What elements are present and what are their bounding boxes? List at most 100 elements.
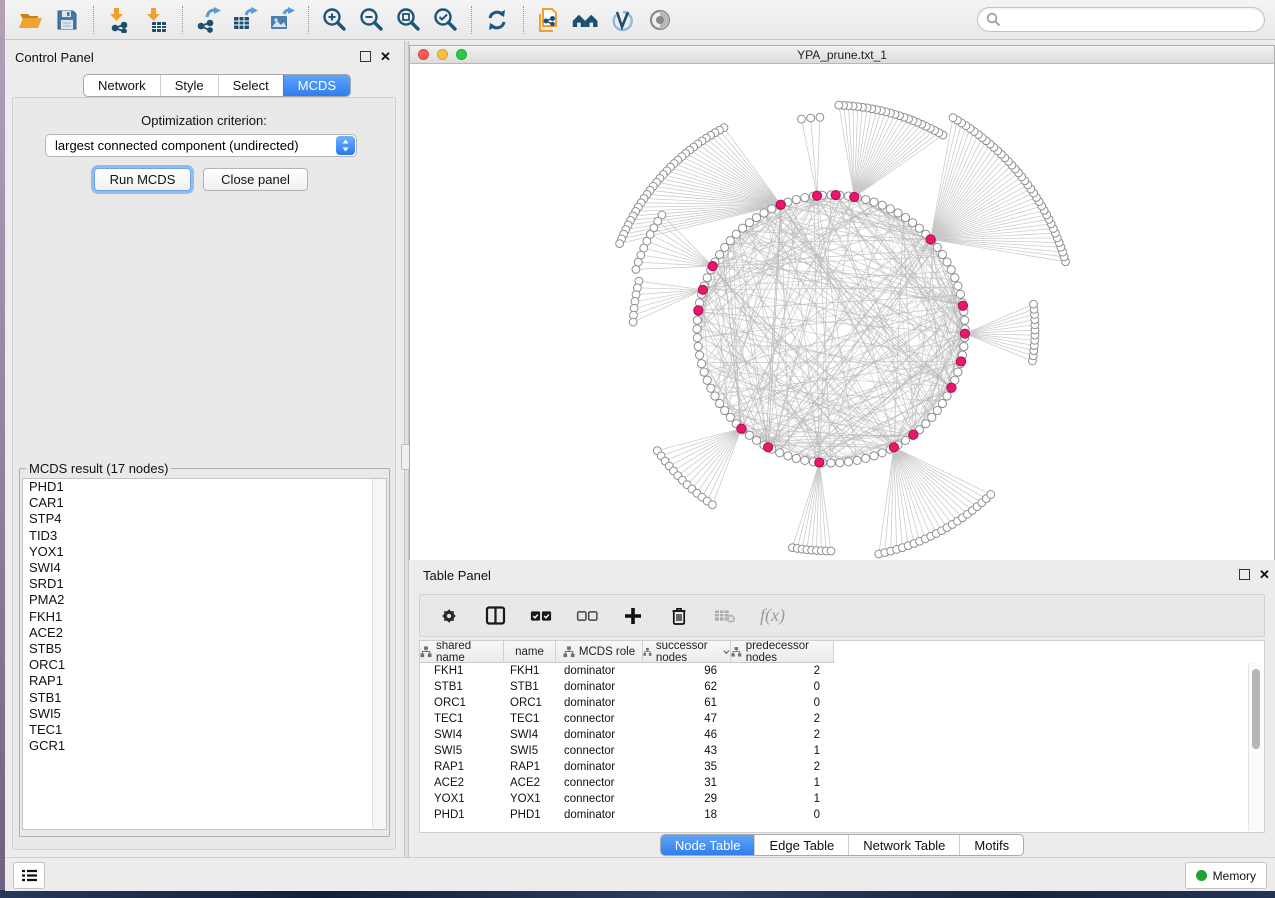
zoom-selected-icon[interactable] xyxy=(430,5,460,35)
mcds-result-item[interactable]: YOX1 xyxy=(23,544,386,560)
table-row[interactable]: ORC1ORC1dominator610 xyxy=(420,695,1264,711)
float-table-panel-icon[interactable] xyxy=(1239,569,1250,580)
table-row[interactable]: TEC1TEC1connector472 xyxy=(420,711,1264,727)
mcds-result-title: MCDS result (17 nodes) xyxy=(26,461,171,476)
mcds-result-item[interactable]: SWI5 xyxy=(23,706,386,722)
column-header-shared-name[interactable]: shared name xyxy=(420,641,504,662)
mcds-result-item[interactable]: RAP1 xyxy=(23,673,386,689)
mcds-result-item[interactable]: GCR1 xyxy=(23,738,386,754)
mcds-result-item[interactable]: TEC1 xyxy=(23,722,386,738)
mcds-result-item[interactable]: ACE2 xyxy=(23,625,386,641)
mcds-result-item[interactable]: SRD1 xyxy=(23,576,386,592)
tab-network[interactable]: Network xyxy=(84,75,160,96)
delete-columns-icon[interactable] xyxy=(668,605,690,627)
mcds-result-item[interactable]: ORC1 xyxy=(23,657,386,673)
import-table-from-file-icon[interactable] xyxy=(141,5,171,35)
deselect-all-rows-icon[interactable] xyxy=(576,605,598,627)
tab-select[interactable]: Select xyxy=(218,75,283,96)
zoom-fit-icon[interactable] xyxy=(393,5,423,35)
close-table-panel-icon[interactable]: ✕ xyxy=(1259,569,1270,580)
table-scrollbar-track[interactable] xyxy=(1248,663,1263,831)
run-mcds-button[interactable]: Run MCDS xyxy=(94,168,191,191)
mcds-result-item[interactable]: PMA2 xyxy=(23,592,386,608)
table-tabs-container: Node TableEdge TableNetwork TableMotifs xyxy=(409,834,1275,856)
tab-network-table[interactable]: Network Table xyxy=(848,835,959,855)
zoom-out-icon[interactable] xyxy=(356,5,386,35)
memory-label: Memory xyxy=(1213,869,1256,883)
mcds-result-item[interactable]: STP4 xyxy=(23,511,386,527)
table-cell: RAP1 xyxy=(504,761,556,773)
show-hide-icon[interactable] xyxy=(645,5,675,35)
table-settings-icon[interactable] xyxy=(438,605,460,627)
tab-style[interactable]: Style xyxy=(160,75,218,96)
refresh-view-icon[interactable] xyxy=(482,5,512,35)
table-row[interactable]: FKH1FKH1dominator962 xyxy=(420,663,1264,679)
table-row[interactable]: SWI5SWI5connector431 xyxy=(420,743,1264,759)
memory-button[interactable]: Memory xyxy=(1185,862,1267,889)
table-row[interactable]: RAP1RAP1dominator352 xyxy=(420,759,1264,775)
mcds-result-group: MCDS result (17 nodes) PHD1CAR1STP4TID3Y… xyxy=(19,461,390,837)
column-header-mcds-role[interactable]: MCDS role xyxy=(556,641,643,662)
network-graph[interactable] xyxy=(410,64,1274,560)
table-row[interactable]: SWI4SWI4dominator462 xyxy=(420,727,1264,743)
optimization-criterion-select[interactable]: largest connected component (undirected) xyxy=(45,134,357,157)
main-toolbar xyxy=(5,0,1275,40)
table-row[interactable]: PHD1PHD1dominator180 xyxy=(420,807,1264,823)
close-panel-button[interactable]: Close panel xyxy=(203,168,308,191)
clone-network-icon[interactable] xyxy=(534,5,564,35)
float-panel-icon[interactable] xyxy=(360,51,371,62)
mcds-result-item[interactable]: FKH1 xyxy=(23,609,386,625)
show-hide-graphics-details-icon[interactable] xyxy=(608,5,638,35)
export-image-icon[interactable] xyxy=(267,5,297,35)
tab-node-table[interactable]: Node Table xyxy=(661,835,755,855)
table-cell: FKH1 xyxy=(504,665,556,677)
zoom-in-icon[interactable] xyxy=(319,5,349,35)
mcds-result-item[interactable]: STB5 xyxy=(23,641,386,657)
mcds-result-item[interactable]: STB1 xyxy=(23,690,386,706)
table-row[interactable]: ACE2ACE2connector311 xyxy=(420,775,1264,791)
column-header-name[interactable]: name xyxy=(504,641,556,662)
save-session-icon[interactable] xyxy=(52,5,82,35)
node-table[interactable]: shared namenameMCDS rolesuccessor nodesp… xyxy=(419,640,1265,833)
select-all-rows-icon[interactable] xyxy=(530,605,552,627)
import-network-from-file-icon[interactable] xyxy=(104,5,134,35)
export-network-icon[interactable] xyxy=(193,5,223,35)
table-cell: connector xyxy=(556,793,643,805)
split-table-view-icon[interactable] xyxy=(484,605,506,627)
table-tabbar: Node TableEdge TableNetwork TableMotifs xyxy=(660,834,1024,856)
export-table-icon[interactable] xyxy=(230,5,260,35)
table-row[interactable]: YOX1YOX1connector291 xyxy=(420,791,1264,807)
table-row[interactable]: STB1STB1dominator620 xyxy=(420,679,1264,695)
first-neighbors-icon[interactable] xyxy=(571,5,601,35)
mcds-result-item[interactable]: PHD1 xyxy=(23,479,386,495)
tab-mcds[interactable]: MCDS xyxy=(283,75,350,96)
table-cell: 0 xyxy=(731,697,834,709)
toolbar-separator xyxy=(471,6,472,34)
table-scrollbar-thumb[interactable] xyxy=(1252,669,1260,749)
open-file-icon[interactable] xyxy=(15,5,45,35)
column-header-predecessor-nodes[interactable]: predecessor nodes xyxy=(731,641,834,662)
tab-edge-table[interactable]: Edge Table xyxy=(754,835,848,855)
create-new-column-icon[interactable] xyxy=(622,605,644,627)
column-header-successor-nodes[interactable]: successor nodes xyxy=(643,641,731,662)
table-cell: dominator xyxy=(556,761,643,773)
table-cell: STB1 xyxy=(420,681,504,693)
table-cell: 1 xyxy=(731,793,834,805)
search-icon xyxy=(986,12,1001,27)
close-panel-icon[interactable]: ✕ xyxy=(380,51,391,62)
network-view-titlebar[interactable]: YPA_prune.txt_1 xyxy=(410,46,1274,64)
search-input[interactable] xyxy=(1001,9,1264,31)
table-cell: SWI5 xyxy=(420,745,504,757)
mcds-result-item[interactable]: SWI4 xyxy=(23,560,386,576)
table-cell: 2 xyxy=(731,665,834,677)
list-scrollbar-track[interactable] xyxy=(372,479,386,829)
search-box[interactable] xyxy=(977,7,1265,32)
tab-motifs[interactable]: Motifs xyxy=(959,835,1023,855)
task-history-button[interactable] xyxy=(13,862,45,889)
table-header-row: shared namenameMCDS rolesuccessor nodesp… xyxy=(420,641,834,663)
mcds-result-list[interactable]: PHD1CAR1STP4TID3YOX1SWI4SRD1PMA2FKH1ACE2… xyxy=(22,478,387,830)
mcds-result-item[interactable]: TID3 xyxy=(23,528,386,544)
network-canvas[interactable] xyxy=(410,64,1274,560)
table-cell: dominator xyxy=(556,681,643,693)
mcds-result-item[interactable]: CAR1 xyxy=(23,495,386,511)
